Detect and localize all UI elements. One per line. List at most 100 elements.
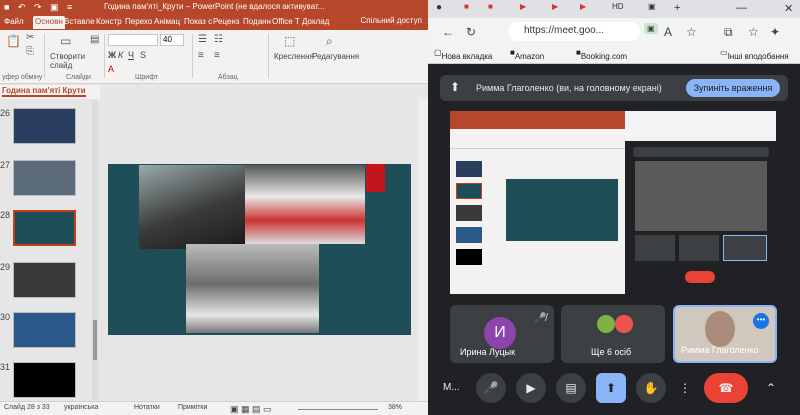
presenting-bar: ⬆ Римма Глаголенко (ви, на головному екр… [440, 75, 788, 101]
tab-extra[interactable]: Доклад [300, 16, 331, 29]
align-center-icon[interactable]: ≡ [214, 50, 220, 61]
leave-call-button[interactable]: ☎ [704, 373, 748, 403]
align-left-icon[interactable]: ≡ [198, 50, 204, 61]
participant-tile-others[interactable]: Ще 6 осіб [561, 305, 665, 363]
captions-button[interactable]: ▤ [556, 373, 586, 403]
raise-hand-button[interactable]: ✋ [636, 373, 666, 403]
strikethrough-icon[interactable]: S [140, 50, 146, 60]
tab-icon[interactable]: ■ [464, 2, 469, 16]
layout-icon[interactable]: ▤ [90, 34, 99, 45]
split-screen-icon[interactable]: ⧉ [724, 25, 733, 40]
slide-thumbnail-selected[interactable] [13, 210, 76, 246]
slide-thumbnail[interactable] [13, 108, 76, 144]
tab-office-tab[interactable]: Office T [270, 16, 302, 29]
thumb-num: 28 [0, 210, 11, 220]
others-count: Ще 6 осіб [591, 347, 632, 357]
new-slide-button[interactable]: Створити слайд [50, 52, 90, 70]
zoom-level[interactable]: 38% [388, 404, 402, 411]
tab-icon[interactable]: ▶ [580, 2, 586, 16]
tab-file[interactable]: Файл [2, 16, 26, 29]
font-size-field[interactable]: 40 [160, 34, 184, 46]
new-tab-icon[interactable]: + [674, 2, 680, 16]
comments-button[interactable]: Примітки [178, 404, 207, 411]
self-tile[interactable]: ••• Римма Глаголенко [673, 305, 777, 363]
tab-transitions[interactable]: Перехо [123, 16, 154, 29]
meeting-code[interactable]: M... [443, 382, 460, 393]
tab-review[interactable]: Реценз [211, 16, 241, 29]
section-tab[interactable]: Година пам'яті Крути [2, 86, 86, 97]
slide-counter: Слайд 28 з 33 [4, 404, 50, 411]
zoom-slider[interactable] [298, 409, 378, 410]
share-button[interactable]: Спільний доступ [360, 16, 422, 25]
italic-icon[interactable]: К [118, 50, 123, 60]
view-normal-icon[interactable]: ▣ ▦ ▤ ▭ [230, 404, 272, 415]
cut-icon[interactable]: ✂ [26, 32, 34, 43]
favorites-icon[interactable]: ☆ [748, 25, 759, 39]
notes-button[interactable]: Нотатки [134, 404, 160, 411]
tab-icon[interactable]: ▶ [552, 2, 558, 16]
tab-view[interactable]: Поданн [241, 16, 273, 29]
numbering-icon[interactable]: ☷ [214, 34, 223, 45]
stop-presenting-button[interactable]: Зупиніть враження [686, 79, 780, 97]
bookmark-other[interactable]: ▭ Інші вподобання [720, 48, 789, 61]
participant-tile[interactable]: И 🎤̸ Ирина Луцык [450, 305, 554, 363]
browser-tabstrip: ● ■ ■ ▶ ▶ ▶ HD ▣ + — ✕ [428, 0, 800, 18]
address-bar[interactable]: https://meet.goo... [508, 22, 640, 41]
tab-design[interactable]: Констр [94, 16, 124, 29]
slide-thumbnail[interactable] [13, 262, 76, 298]
drawing-button[interactable]: Креслення [274, 52, 314, 61]
star-icon[interactable]: ☆ [686, 25, 697, 39]
bookmark-amazon[interactable]: ■ Amazon [510, 48, 544, 61]
meet-indicator-icon[interactable]: ▣ [644, 23, 658, 34]
present-button[interactable]: ⬆ [596, 373, 626, 403]
phone-hangup-icon: ☎ [718, 381, 734, 395]
thumb-num: 29 [0, 262, 11, 272]
bullets-icon[interactable]: ☰ [198, 34, 207, 45]
status-bar: Слайд 28 з 33 українська Нотатки Примітк… [0, 401, 428, 415]
bookmarks-bar: ▢ Нова вкладка ■ Amazon ■ Booking.com ▭ … [428, 44, 800, 64]
shapes-icon[interactable]: ⬚ [284, 34, 295, 48]
quick-access-toolbar[interactable]: ■ ↶ ↷ ▣ ≡ [4, 2, 75, 13]
tab-insert[interactable]: Вставле [62, 16, 97, 29]
slide-thumbnail[interactable] [13, 312, 76, 348]
bold-icon[interactable]: Ж [108, 50, 116, 60]
shared-screen-tile[interactable] [450, 111, 776, 294]
mic-off-icon: 🎤̸ [534, 313, 547, 324]
search-icon[interactable]: ⌕ [326, 34, 333, 49]
tab-hd[interactable]: HD [612, 2, 624, 16]
paste-icon[interactable]: 📋 [6, 34, 21, 48]
mic-button[interactable]: 🎤 [476, 373, 506, 403]
profile-icon[interactable]: ● [436, 2, 442, 16]
back-icon[interactable]: ← [442, 25, 454, 39]
font-name-field[interactable] [108, 34, 158, 46]
underline-icon[interactable]: Ч [128, 50, 134, 60]
slide-thumbnail[interactable] [13, 362, 76, 398]
more-options-icon[interactable]: ••• [753, 313, 769, 329]
slides-group-label: Слайди [66, 74, 91, 81]
copy-icon[interactable]: ⎘ [26, 46, 34, 57]
tab-active[interactable]: ▣ [648, 2, 656, 16]
tab-home[interactable]: Основн [33, 16, 65, 29]
expand-button[interactable]: ⌃ [756, 373, 786, 403]
canvas-scrollbar[interactable] [418, 99, 428, 401]
editing-button[interactable]: Редагування [312, 52, 359, 61]
tab-animations[interactable]: Анімац [152, 16, 182, 29]
bookmark-new-tab[interactable]: ▢ Нова вкладка [434, 48, 492, 61]
tab-icon[interactable]: ■ [488, 2, 493, 16]
reload-icon[interactable]: ↻ [466, 25, 476, 39]
tab-icon[interactable]: ▶ [520, 2, 526, 16]
tab-slideshow[interactable]: Показ с [182, 16, 214, 29]
extension-icon[interactable]: A [664, 25, 672, 39]
language-indicator[interactable]: українська [64, 404, 98, 411]
more-button[interactable]: ⋮ [670, 373, 700, 403]
slide-thumbnail[interactable] [13, 160, 76, 196]
camera-button[interactable]: ▶ [516, 373, 546, 403]
bookmark-booking[interactable]: ■ Booking.com [576, 48, 627, 61]
more-vert-icon: ⋮ [679, 381, 691, 395]
minimize-icon[interactable]: — [736, 2, 747, 16]
thumbnail-scrollbar[interactable] [92, 100, 98, 400]
font-color-icon[interactable]: A [108, 64, 114, 74]
copilot-icon[interactable]: ✦ [770, 25, 780, 39]
close-icon[interactable]: ✕ [784, 2, 793, 16]
new-slide-icon[interactable]: ▭ [60, 34, 71, 48]
